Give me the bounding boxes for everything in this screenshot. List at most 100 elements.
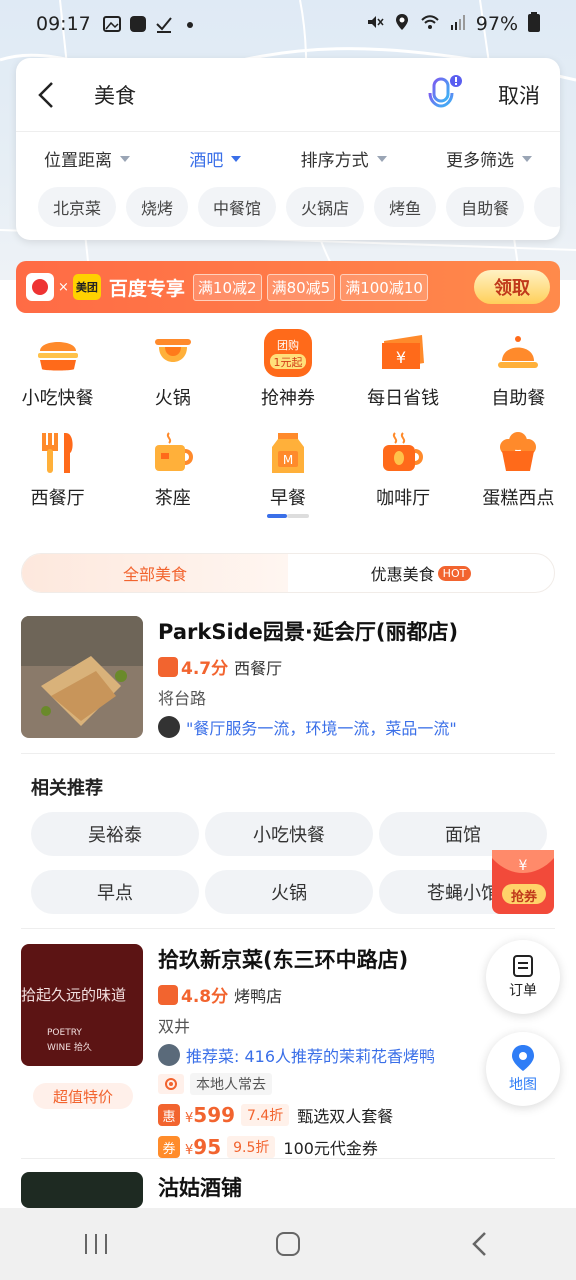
restaurant-area: 双井 bbox=[158, 1017, 191, 1036]
related-item[interactable]: 早点 bbox=[31, 870, 199, 914]
price-value: 95 bbox=[193, 1135, 222, 1159]
red-envelope-icon: ¥ bbox=[492, 850, 554, 914]
recents-button[interactable] bbox=[66, 1214, 126, 1274]
local-favorite-tag: 本地人常去 bbox=[190, 1073, 272, 1095]
category-save[interactable]: ¥ 每日省钱 bbox=[346, 328, 461, 410]
promo-banner[interactable]: × 美团 百度专享 满10减2 满80减5 满100减10 领取 bbox=[16, 261, 560, 313]
divider bbox=[21, 928, 555, 929]
chip-grilled-fish[interactable]: 烤鱼 bbox=[374, 187, 437, 227]
chip-buffet[interactable]: 自助餐 bbox=[446, 187, 525, 227]
related-title: 相关推荐 bbox=[31, 778, 103, 799]
restaurant-rating: 4.7分 bbox=[181, 659, 229, 679]
restaurant-card[interactable]: 沽姑酒铺 bbox=[21, 1172, 555, 1208]
page-dot bbox=[287, 514, 309, 518]
restaurant-name: ParkSide园景·延会厅(丽都店) bbox=[158, 620, 459, 644]
chip-overflow[interactable] bbox=[534, 187, 560, 227]
divider bbox=[21, 1158, 555, 1159]
coupon-badge: 券 bbox=[158, 1136, 180, 1158]
promo-title: 百度专享 bbox=[108, 277, 185, 300]
cake-icon bbox=[493, 428, 543, 478]
svg-text:¥: ¥ bbox=[396, 348, 406, 367]
dot-icon bbox=[181, 15, 199, 33]
category-coupon[interactable]: 团购 1元起 抢神券 bbox=[230, 328, 345, 410]
category-western[interactable]: 西餐厅 bbox=[0, 428, 115, 510]
filter-distance[interactable]: 位置距离 bbox=[44, 146, 130, 171]
related-grid: 吴裕泰 小吃快餐 面馆 早点 火锅 苍蝇小馆 bbox=[31, 812, 547, 914]
category-label: 每日省钱 bbox=[367, 388, 440, 409]
rating-logo-icon bbox=[158, 656, 178, 677]
app-notification-icon bbox=[129, 15, 147, 33]
deal-price: ¥95 bbox=[185, 1135, 221, 1159]
photo-brand-line2: WINE 拾久 bbox=[47, 1043, 92, 1053]
order-list-icon bbox=[513, 955, 533, 977]
category-breakfast[interactable]: M 早餐 bbox=[230, 428, 345, 510]
status-time: 09:17 bbox=[36, 13, 91, 35]
tab-label: 优惠美食 bbox=[370, 565, 435, 584]
grab-coupon-label: 抢券 bbox=[510, 890, 537, 905]
order-label: 订单 bbox=[509, 983, 537, 999]
tab-label: 全部美食 bbox=[122, 565, 187, 584]
filter-label: 更多筛选 bbox=[445, 151, 514, 171]
microphone-icon bbox=[428, 74, 462, 113]
caret-down-icon bbox=[231, 155, 242, 162]
category-label: 小吃快餐 bbox=[21, 388, 94, 409]
reviewer-avatar bbox=[158, 716, 180, 738]
chip-chinese-restaurant[interactable]: 中餐馆 bbox=[198, 187, 277, 227]
chip-hotpot[interactable]: 火锅店 bbox=[286, 187, 365, 227]
category-hotpot[interactable]: 火锅 bbox=[115, 328, 230, 410]
category-cake[interactable]: 蛋糕西点 bbox=[461, 428, 576, 510]
rating-logo-icon bbox=[158, 984, 178, 1005]
chip-beijing-cuisine[interactable]: 北京菜 bbox=[38, 187, 117, 227]
local-icon bbox=[158, 1074, 184, 1094]
related-item[interactable]: 吴裕泰 bbox=[31, 812, 199, 856]
restaurant-photo[interactable] bbox=[21, 1172, 143, 1208]
special-price-tag: 超值特价 bbox=[33, 1083, 133, 1109]
deal-discount: 9.5折 bbox=[227, 1136, 276, 1158]
chip-bbq[interactable]: 烧烤 bbox=[126, 187, 189, 227]
signal-icon bbox=[450, 13, 466, 36]
tab-deals-food[interactable]: 优惠美食 HOT bbox=[288, 554, 554, 592]
filter-label: 位置距离 bbox=[44, 151, 112, 171]
check-icon bbox=[155, 15, 173, 33]
recents-icon bbox=[85, 1234, 107, 1254]
search-input[interactable]: 美食 bbox=[94, 80, 426, 110]
category-tea[interactable]: 茶座 bbox=[115, 428, 230, 510]
restaurant-card[interactable]: ParkSide园景·延会厅(丽都店) 4.7分 西餐厅 将台路 "餐厅服务一流… bbox=[21, 616, 555, 738]
chevron-left-icon bbox=[38, 81, 53, 108]
page-dot-active bbox=[267, 514, 287, 518]
ticket-icon: ¥ bbox=[378, 328, 428, 378]
restaurant-card[interactable]: 拾起久远的味道 POETRY WINE 拾久 拾玖新京菜(东三环中路店) 4.8… bbox=[21, 944, 555, 1159]
claim-button[interactable]: 领取 bbox=[474, 270, 550, 304]
filter-more[interactable]: 更多筛选 bbox=[446, 146, 532, 171]
grab-coupon-button[interactable]: ¥ 抢券 bbox=[490, 848, 558, 918]
promo-coupon: 满10减2 bbox=[192, 273, 262, 301]
buffet-icon bbox=[493, 328, 543, 378]
price-value: 599 bbox=[193, 1103, 236, 1127]
cancel-button[interactable]: 取消 bbox=[498, 80, 540, 110]
related-item[interactable]: 火锅 bbox=[205, 870, 373, 914]
map-button[interactable]: 地图 bbox=[486, 1032, 560, 1106]
tab-all-food[interactable]: 全部美食 bbox=[22, 554, 288, 592]
category-snack[interactable]: 小吃快餐 bbox=[0, 328, 115, 410]
category-buffet[interactable]: 自助餐 bbox=[461, 328, 576, 410]
order-button[interactable]: 订单 bbox=[486, 940, 560, 1014]
back-button[interactable] bbox=[36, 81, 62, 108]
system-nav-bar bbox=[0, 1208, 576, 1280]
home-button[interactable] bbox=[258, 1214, 318, 1274]
deal-row[interactable]: 券 ¥95 9.5折 100元代金券 bbox=[158, 1135, 555, 1159]
back-nav-button[interactable] bbox=[450, 1214, 510, 1274]
hot-badge: HOT bbox=[437, 565, 472, 581]
voice-search-button[interactable] bbox=[426, 74, 462, 115]
restaurant-photo[interactable] bbox=[21, 616, 143, 738]
subcategory-chips: 北京菜 烧烤 中餐馆 火锅店 烤鱼 自助餐 bbox=[16, 171, 560, 227]
restaurant-photo[interactable]: 拾起久远的味道 POETRY WINE 拾久 bbox=[21, 944, 143, 1066]
category-label: 自助餐 bbox=[491, 388, 546, 409]
deal-discount: 7.4折 bbox=[241, 1104, 290, 1126]
category-cafe[interactable]: 咖啡厅 bbox=[346, 428, 461, 510]
filter-sort[interactable]: 排序方式 bbox=[301, 146, 387, 171]
restaurant-rating: 4.8分 bbox=[181, 987, 229, 1007]
filter-bar[interactable]: 酒吧 bbox=[189, 146, 242, 171]
mute-icon bbox=[366, 13, 384, 36]
deal-row[interactable]: 惠 ¥599 7.4折 甄选双人套餐 bbox=[158, 1103, 555, 1127]
related-item[interactable]: 小吃快餐 bbox=[205, 812, 373, 856]
